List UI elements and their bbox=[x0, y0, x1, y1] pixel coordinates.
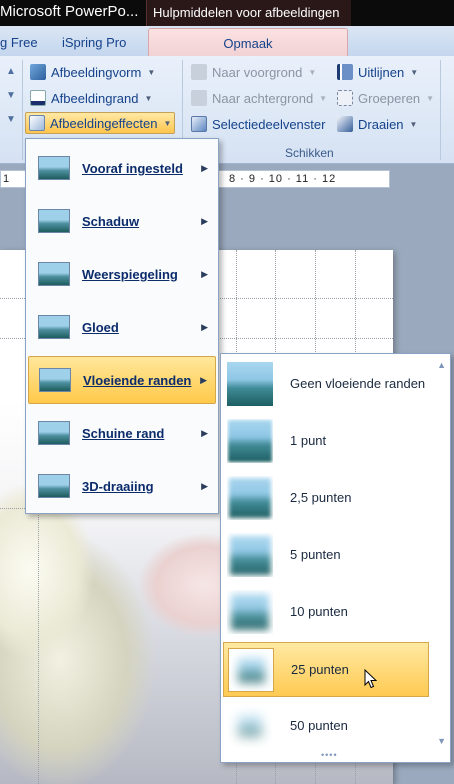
submenu-arrow-icon: ▶ bbox=[201, 321, 208, 332]
app-title: Microsoft PowerPo... bbox=[0, 3, 139, 20]
menu-item-gloed[interactable]: Gloed ▶ bbox=[28, 303, 216, 351]
menu-item-vooraf-ingesteld[interactable]: Vooraf ingesteld ▶ bbox=[28, 144, 216, 192]
afbeeldingvorm-button[interactable]: Afbeeldingvorm ▼ bbox=[27, 61, 158, 83]
bring-forward-icon bbox=[191, 64, 207, 80]
tab-free[interactable]: g Free bbox=[0, 35, 38, 50]
ruler-labels: 8 · 9 · 10 · 11 · 12 bbox=[229, 173, 337, 185]
soft-edges-gallery: Geen vloeiende randen 1 punt 2,5 punten … bbox=[220, 353, 451, 763]
gallery-item-geen[interactable]: Geen vloeiende randen bbox=[223, 357, 429, 412]
soft-edges-icon bbox=[39, 368, 71, 392]
gallery-item-50-punten[interactable]: 50 punten bbox=[223, 699, 429, 754]
soft-edge-preview-icon bbox=[228, 648, 274, 692]
soft-edge-preview-icon bbox=[227, 704, 273, 748]
tab-ispring-pro[interactable]: iSpring Pro bbox=[62, 35, 126, 50]
mouse-pointer-icon bbox=[364, 669, 378, 689]
gallery-more-icon[interactable]: ▼ bbox=[2, 114, 20, 134]
preset-icon bbox=[38, 156, 70, 180]
scroll-down-icon[interactable]: ▼ bbox=[437, 736, 446, 746]
menu-item-3d-draaiing[interactable]: 3D-draaiing ▶ bbox=[28, 462, 216, 510]
tab-opmaak[interactable]: Opmaak bbox=[148, 28, 348, 56]
glow-icon bbox=[38, 315, 70, 339]
3d-rotation-icon bbox=[38, 474, 70, 498]
scroll-up-icon[interactable]: ▲ bbox=[437, 360, 446, 370]
menu-item-weerspiegeling[interactable]: Weerspiegeling ▶ bbox=[28, 250, 216, 298]
menu-item-schuine-rand[interactable]: Schuine rand ▶ bbox=[28, 409, 216, 457]
submenu-arrow-icon: ▶ bbox=[200, 374, 207, 385]
naar-voorgrond-button[interactable]: Naar voorgrond ▼ bbox=[188, 61, 319, 83]
gallery-item-25-punten[interactable]: 25 punten bbox=[223, 642, 429, 697]
ruler-label: 1 bbox=[3, 173, 10, 185]
send-backward-icon bbox=[191, 90, 207, 106]
shape-icon bbox=[30, 64, 46, 80]
selectiedeelvenster-button[interactable]: Selectiedeelvenster bbox=[188, 113, 328, 135]
submenu-arrow-icon: ▶ bbox=[201, 215, 208, 226]
group-label-schikken: Schikken bbox=[285, 146, 334, 160]
gallery-scrollbar[interactable] bbox=[432, 356, 448, 760]
soft-edge-preview-icon bbox=[227, 476, 273, 520]
contextual-tab-title: Hulpmiddelen voor afbeeldingen bbox=[146, 0, 351, 26]
ribbon-tab-row: g Free iSpring Pro Opmaak bbox=[0, 26, 454, 56]
effects-icon bbox=[29, 115, 45, 131]
title-bar: Microsoft PowerPo... Hulpmiddelen voor a… bbox=[0, 0, 454, 26]
afbeeldingrand-button[interactable]: Afbeeldingrand ▼ bbox=[27, 87, 155, 109]
soft-edge-preview-icon bbox=[227, 362, 273, 406]
border-pen-icon bbox=[30, 90, 46, 106]
resize-grip-icon[interactable]: •••• bbox=[321, 750, 338, 760]
gallery-item-10-punten[interactable]: 10 punten bbox=[223, 585, 429, 640]
shadow-icon bbox=[38, 209, 70, 233]
menu-item-vloeiende-randen[interactable]: Vloeiende randen ▶ bbox=[28, 356, 216, 404]
selection-pane-icon bbox=[191, 116, 207, 132]
draaien-button[interactable]: Draaien ▼ bbox=[334, 113, 420, 135]
gallery-item-1-punt[interactable]: 1 punt bbox=[223, 414, 429, 469]
group-icon bbox=[337, 90, 353, 106]
reflection-icon bbox=[38, 262, 70, 286]
submenu-arrow-icon: ▶ bbox=[201, 480, 208, 491]
gallery-item-2-5-punten[interactable]: 2,5 punten bbox=[223, 471, 429, 526]
soft-edge-preview-icon bbox=[227, 590, 273, 634]
submenu-arrow-icon: ▶ bbox=[201, 268, 208, 279]
uitlijnen-button[interactable]: Uitlijnen ▼ bbox=[334, 61, 421, 83]
soft-edge-preview-icon bbox=[227, 533, 273, 577]
bevel-icon bbox=[38, 421, 70, 445]
gallery-scroll-up-icon[interactable]: ▲ bbox=[2, 66, 20, 86]
submenu-arrow-icon: ▶ bbox=[201, 162, 208, 173]
submenu-arrow-icon: ▶ bbox=[201, 427, 208, 438]
align-icon bbox=[337, 64, 353, 80]
picture-effects-menu: Vooraf ingesteld ▶ Schaduw ▶ Weerspiegel… bbox=[25, 138, 219, 514]
afbeeldingeffecten-button[interactable]: Afbeeldingeffecten ▼ bbox=[25, 112, 176, 134]
rotate-icon bbox=[337, 116, 353, 132]
groeperen-button[interactable]: Groeperen ▼ bbox=[334, 87, 437, 109]
naar-achtergrond-button[interactable]: Naar achtergrond ▼ bbox=[188, 87, 330, 109]
soft-edge-preview-icon bbox=[227, 419, 273, 463]
menu-item-schaduw[interactable]: Schaduw ▶ bbox=[28, 197, 216, 245]
gallery-scroll-down-icon[interactable]: ▼ bbox=[2, 90, 20, 110]
gallery-item-5-punten[interactable]: 5 punten bbox=[223, 528, 429, 583]
